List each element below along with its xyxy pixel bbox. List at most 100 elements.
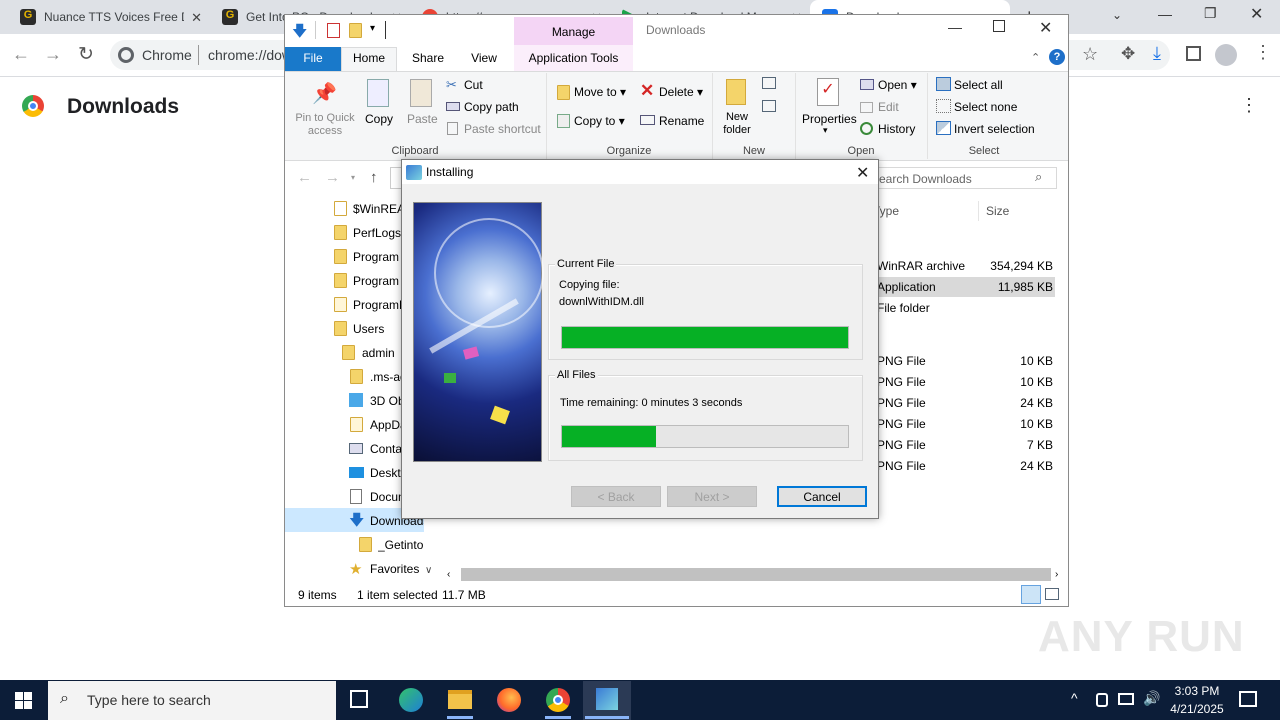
column-header-size[interactable]: Size [986, 204, 1009, 218]
chrome-taskbar-icon[interactable] [546, 688, 570, 712]
clock-time[interactable]: 3:03 PM [1165, 684, 1229, 698]
copy-to-button[interactable]: Copy to ▾ [574, 114, 625, 128]
select-all-button[interactable]: Select all [954, 78, 1003, 92]
back-icon[interactable]: ← [12, 44, 30, 65]
pin-to-quick-access-button[interactable]: Pin to Quick access [290, 112, 360, 138]
close-tab-icon[interactable]: ✕ [191, 10, 202, 26]
nav-item[interactable]: Desktop [370, 466, 402, 480]
dialog-title-bar [402, 160, 878, 184]
edit-button[interactable]: Edit [878, 100, 899, 114]
scroll-left-icon[interactable]: ‹ [447, 569, 450, 580]
new-folder-button[interactable]: New folder [715, 111, 759, 137]
paste-shortcut-button[interactable]: Paste shortcut [464, 122, 541, 136]
task-view-icon[interactable] [350, 690, 368, 708]
easy-access-icon[interactable] [762, 100, 776, 112]
nav-item[interactable]: AppData [370, 418, 402, 432]
nav-item[interactable]: Program Files (x86) [353, 274, 401, 288]
large-icons-view-icon[interactable] [1045, 588, 1059, 600]
cut-button[interactable]: Cut [464, 78, 483, 92]
rename-button[interactable]: Rename [659, 114, 704, 128]
close-window-icon[interactable]: ✕ [1250, 4, 1263, 24]
browser-tab[interactable]: G Nuance TTS Voices Free D ✕ [8, 0, 210, 34]
windows-start-icon[interactable] [15, 692, 32, 709]
properties-button[interactable]: Properties [802, 112, 857, 126]
customize-qat-icon[interactable]: ▾ [370, 23, 375, 34]
file-row-type[interactable]: WinRAR archive [877, 259, 977, 273]
nav-item[interactable]: PerfLogs [353, 226, 401, 240]
nav-back-icon[interactable]: ← [297, 169, 312, 186]
copy-button[interactable]: Copy [365, 112, 393, 126]
cancel-button[interactable]: Cancel [777, 486, 867, 507]
close-window-icon[interactable]: ✕ [1039, 18, 1052, 38]
nav-item[interactable]: Documents [370, 490, 402, 504]
downloads-menu-icon[interactable]: ⋮ [1240, 95, 1258, 116]
clock-date[interactable]: 4/21/2025 [1160, 702, 1234, 716]
forward-icon[interactable]: → [44, 44, 62, 65]
bookmark-star-icon[interactable]: ☆ [1082, 44, 1098, 65]
nav-item[interactable]: ProgramData [353, 298, 401, 312]
maximize-icon[interactable] [993, 20, 1005, 32]
invert-selection-button[interactable]: Invert selection [954, 122, 1035, 136]
profile-avatar[interactable] [1215, 44, 1237, 66]
nav-item[interactable]: Favorites [370, 562, 420, 576]
select-none-button[interactable]: Select none [954, 100, 1017, 114]
edge-icon[interactable] [399, 688, 423, 712]
delete-button[interactable]: Delete ▾ [659, 85, 703, 99]
paste-button[interactable]: Paste [407, 112, 438, 126]
file-row-type[interactable]: PNG File [877, 375, 977, 389]
details-view-icon[interactable] [1021, 585, 1041, 604]
view-tab[interactable]: View [465, 51, 503, 71]
recent-locations-icon[interactable]: ▾ [351, 173, 355, 182]
firefox-icon[interactable] [497, 688, 521, 712]
nav-item[interactable]: Program Files [353, 250, 401, 264]
file-row-type[interactable]: PNG File [877, 396, 977, 410]
download-icon[interactable]: ⤓ [1153, 43, 1161, 64]
file-explorer-taskbar-icon[interactable] [448, 690, 472, 709]
move-to-button[interactable]: Move to ▾ [574, 85, 626, 99]
help-icon[interactable]: ? [1049, 49, 1065, 65]
new-folder-quick-icon[interactable] [349, 23, 362, 38]
file-row-type[interactable]: File folder [877, 301, 977, 315]
nav-up-icon[interactable]: ↑ [370, 169, 378, 186]
file-row-type[interactable]: PNG File [877, 417, 977, 431]
security-icon[interactable] [1096, 693, 1108, 707]
notification-icon[interactable] [1239, 691, 1257, 707]
nav-forward-icon[interactable]: → [325, 169, 340, 186]
nav-item[interactable]: Contacts [370, 442, 402, 456]
nav-item[interactable]: 3D Objects [370, 394, 402, 408]
minimize-icon[interactable]: — [1158, 6, 1172, 22]
file-row-type[interactable]: PNG File [877, 354, 977, 368]
file-row-type[interactable]: PNG File [877, 438, 977, 452]
nav-item[interactable]: _Getintopc [378, 538, 424, 552]
open-button[interactable]: Open ▾ [878, 78, 917, 92]
nav-item[interactable]: .ms-ad [370, 370, 402, 384]
properties-dropdown-icon[interactable]: ▾ [823, 125, 828, 136]
network-icon[interactable] [1118, 693, 1134, 705]
show-hidden-icons-icon[interactable]: ^ [1071, 690, 1078, 706]
history-button[interactable]: History [878, 122, 915, 136]
dialog-close-icon[interactable]: ✕ [856, 163, 869, 183]
tab-search-icon[interactable]: ⌄ [1112, 8, 1122, 22]
chrome-menu-icon[interactable]: ⋮ [1254, 42, 1272, 63]
volume-icon[interactable]: 🔊 [1143, 690, 1160, 707]
side-panel-icon[interactable] [1186, 46, 1201, 61]
minimize-icon[interactable]: — [948, 19, 962, 35]
nav-item[interactable]: Users [353, 322, 401, 336]
extensions-icon[interactable]: ✥ [1121, 44, 1135, 64]
quick-down-arrow-icon[interactable]: 🡇 [292, 21, 307, 46]
horizontal-scrollbar-thumb[interactable] [461, 568, 1051, 581]
restore-icon[interactable]: ❐ [1204, 5, 1217, 22]
properties-quick-icon[interactable] [327, 23, 340, 38]
collapse-ribbon-icon[interactable]: ⌃ [1031, 51, 1040, 64]
nav-item[interactable]: $WinREAgent [353, 202, 401, 216]
nav-scroll-down-icon[interactable]: ∨ [425, 565, 432, 576]
new-item-icon[interactable] [762, 77, 776, 89]
reload-icon[interactable]: ↻ [78, 43, 94, 66]
share-tab[interactable]: Share [410, 51, 446, 71]
copy-path-button[interactable]: Copy path [464, 100, 519, 114]
file-row-type[interactable]: PNG File [877, 459, 977, 473]
back-button[interactable]: < Back [571, 486, 661, 507]
scroll-right-icon[interactable]: › [1055, 569, 1058, 580]
next-button[interactable]: Next > [667, 486, 757, 507]
file-row-type[interactable]: Application [877, 280, 977, 294]
